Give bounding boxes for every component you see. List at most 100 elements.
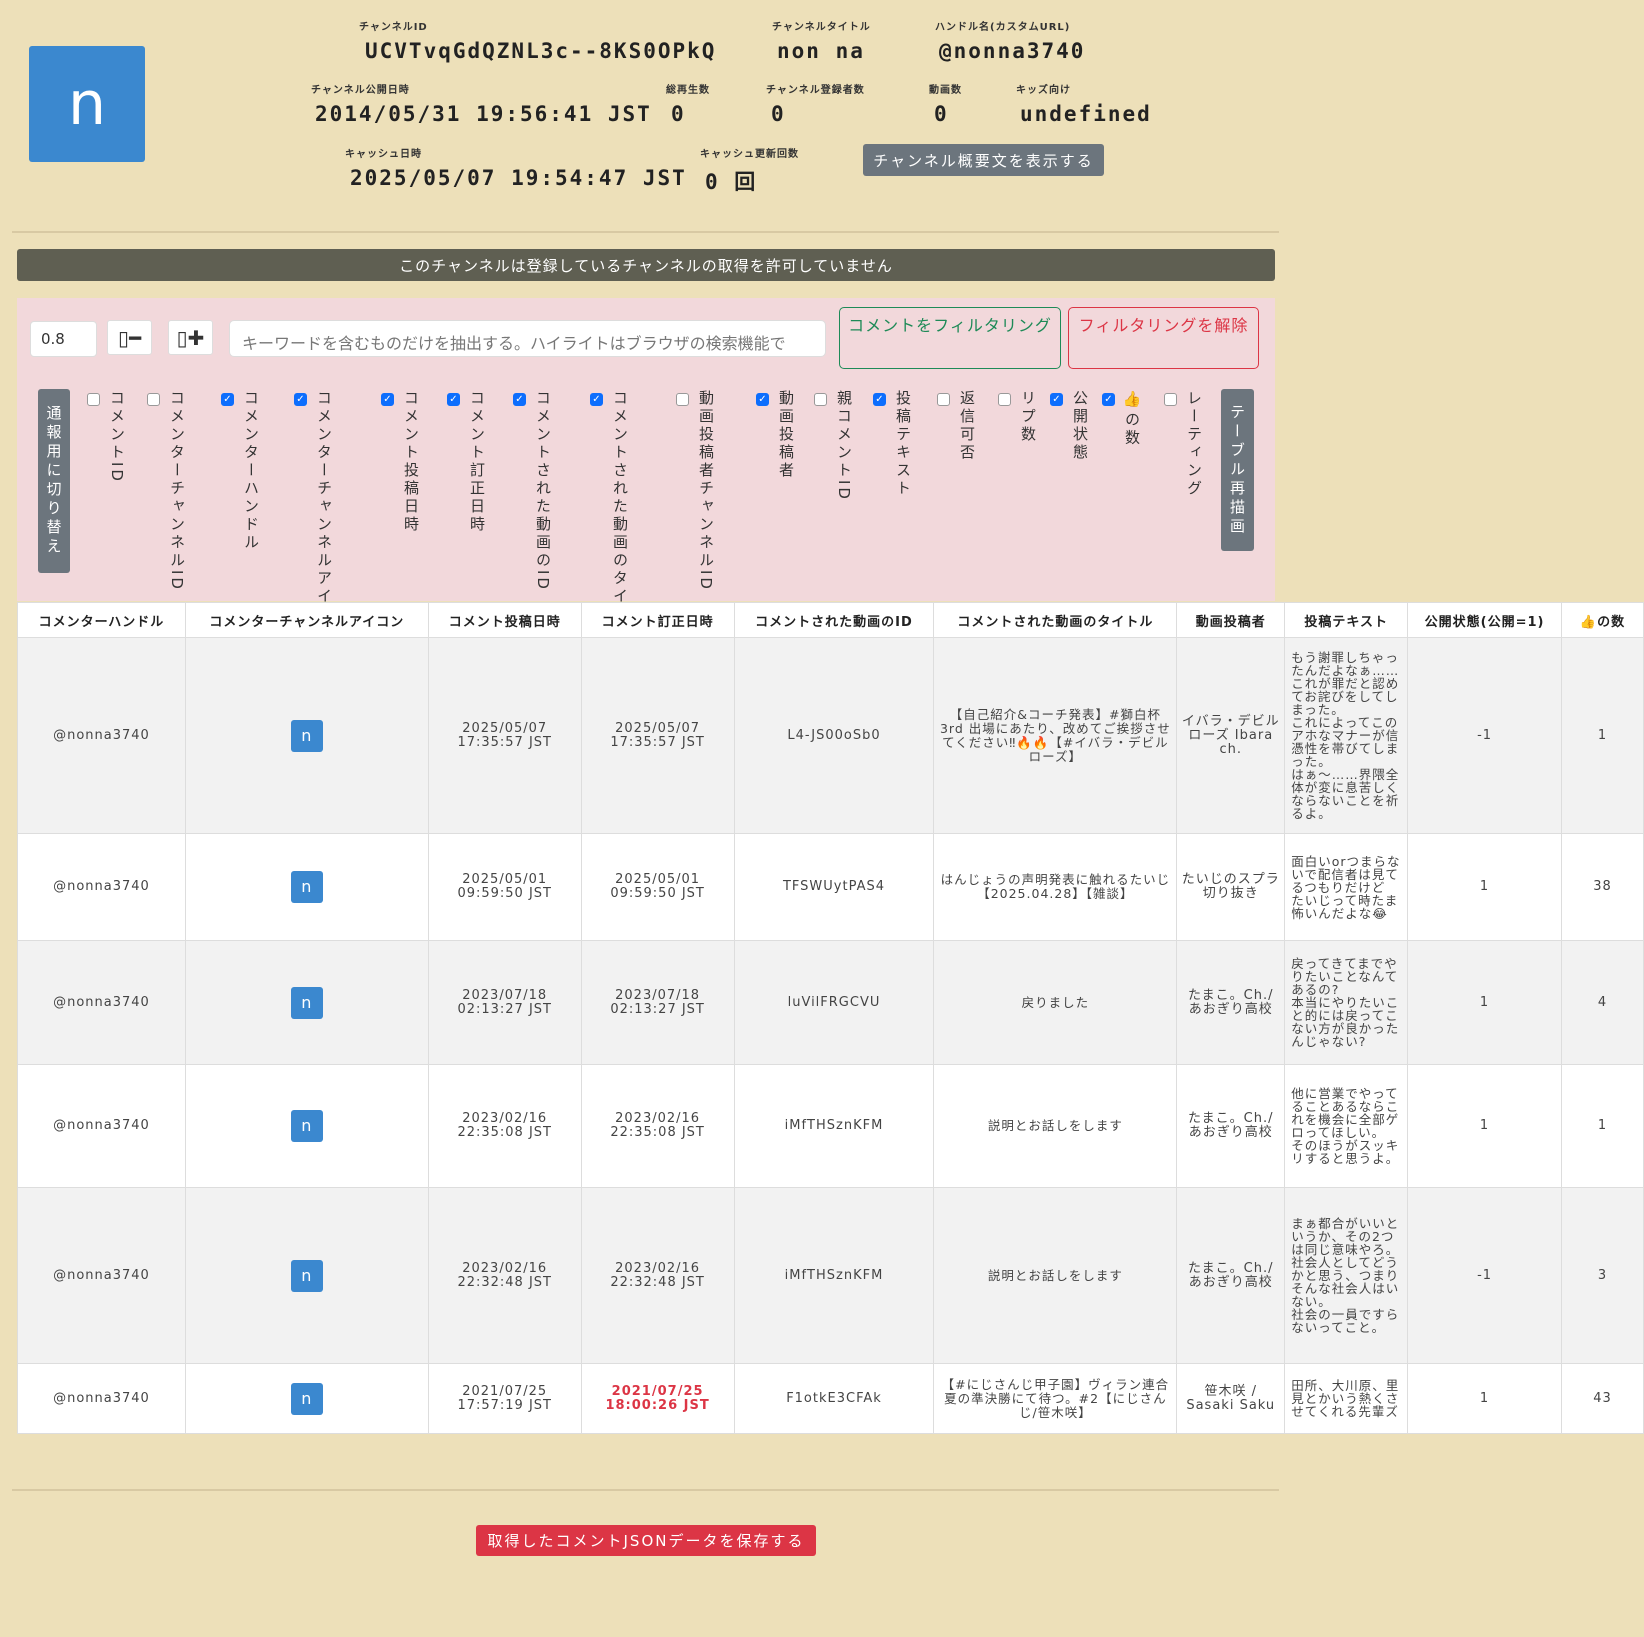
edited-at-cell: 2025/05/07 17:35:57 JST <box>580 637 735 834</box>
kids-label: キッズ向け <box>1016 85 1071 96</box>
column-toggle-label: コメンターハンドル <box>242 390 260 552</box>
edited-at-cell: 2021/07/25 18:00:26 JST <box>580 1363 735 1434</box>
column-toggle[interactable]: ✓ 投稿テキスト <box>873 390 914 498</box>
clear-filter-button[interactable]: フィルタリングを解除 <box>1068 307 1259 369</box>
commenter-avatar-icon: n <box>290 871 323 903</box>
videos-block: 動画数 0 <box>929 81 962 126</box>
public-status-cell: 1 <box>1407 940 1563 1065</box>
uploader-cell: 笹木咲 / Sasaki Saku <box>1176 1363 1286 1434</box>
uploader-cell: たまこ。Ch./あおぎり高校 <box>1176 1187 1286 1364</box>
video-id-cell: TFSWUytPAS4 <box>733 833 935 941</box>
column-toggle[interactable]: ✓ コメント訂正日時 <box>447 390 488 534</box>
subs-block: チャンネル登録者数 0 <box>766 81 865 126</box>
column-header[interactable]: コメント投稿日時 <box>427 602 582 638</box>
column-toggle[interactable]: ✓ コメントされた動画のID <box>513 390 554 592</box>
column-header[interactable]: 公開状態(公開=1) <box>1407 602 1563 638</box>
posted-at-text: 2023/02/16 22:35:08 JST <box>457 1111 552 1140</box>
column-header[interactable]: コメンターチャンネルアイコン <box>184 602 429 638</box>
column-checkbox[interactable]: ✓ <box>873 393 886 406</box>
column-toggle[interactable]: 返信可否 <box>937 390 978 462</box>
likes-cell: 43 <box>1561 1363 1644 1434</box>
edited-at-text: 2025/05/07 17:35:57 JST <box>610 720 705 750</box>
column-toggle-label: コメント訂正日時 <box>468 390 486 534</box>
column-checkbox[interactable]: ✓ <box>756 393 769 406</box>
column-header[interactable]: コメントされた動画のタイトル <box>933 602 1178 638</box>
column-checkbox[interactable] <box>676 393 689 406</box>
published-block: チャンネル公開日時 2014/05/31 19:56:41 JST <box>311 81 652 126</box>
column-header[interactable]: コメンターハンドル <box>17 602 186 638</box>
column-checkbox[interactable] <box>814 393 827 406</box>
column-toggle[interactable]: 動画投稿者チャンネルID <box>676 390 717 592</box>
column-toggle[interactable]: ✓ 公開状態 <box>1050 390 1091 462</box>
column-checkbox[interactable]: ✓ <box>447 393 460 406</box>
commenter-avatar-icon: n <box>290 719 323 752</box>
column-header[interactable]: 👍の数 <box>1561 602 1644 638</box>
posted-at-cell: 2021/07/25 17:57:19 JST <box>427 1363 582 1434</box>
column-toggle[interactable]: ✓ コメント投稿日時 <box>381 390 422 534</box>
column-header[interactable]: 投稿テキスト <box>1284 602 1409 638</box>
column-header[interactable]: コメントされた動画のID <box>733 602 935 638</box>
column-checkbox[interactable] <box>1164 393 1177 406</box>
edited-at-cell: 2023/02/16 22:35:08 JST <box>580 1064 735 1188</box>
filter-comments-button[interactable]: コメントをフィルタリング <box>839 307 1061 369</box>
save-json-button[interactable]: 取得したコメントJSONデータを保存する <box>476 1525 816 1556</box>
published-label: チャンネル公開日時 <box>311 85 410 96</box>
column-toggle-label: コメントID <box>108 390 126 484</box>
column-header[interactable]: コメント訂正日時 <box>580 602 735 638</box>
channel-avatar: n <box>29 46 145 162</box>
comment-text-cell: 戻ってきてまでやりたいことなんてあるの? 本当にやりたいこと的には戻ってこない方… <box>1284 940 1409 1065</box>
column-toggle-label: 返信可否 <box>958 390 976 462</box>
table-row: @nonna3740 n 2023/07/18 02:13:27 JST 2023/0… <box>17 940 1644 1065</box>
table-row: @nonna3740 n 2025/05/01 09:59:50 JST 2025/0… <box>17 833 1644 941</box>
channel-title-value: non na <box>777 39 865 63</box>
kids-value: undefined <box>1020 102 1152 126</box>
column-toggle[interactable]: ✓ 動画投稿者 <box>756 390 797 480</box>
column-checkbox[interactable] <box>998 393 1011 406</box>
column-header[interactable]: 動画投稿者 <box>1176 602 1286 638</box>
scale-input[interactable]: 0.8 <box>30 321 97 357</box>
posted-at-cell: 2025/05/01 09:59:50 JST <box>427 833 582 941</box>
column-toggle[interactable]: コメントID <box>87 390 128 484</box>
likes-cell: 1 <box>1561 1064 1644 1188</box>
video-title-cell: 説明とお話しをします <box>933 1187 1178 1364</box>
commenter-icon-cell: n <box>184 833 429 941</box>
uploader-cell: たまこ。Ch./あおぎり高校 <box>1176 1064 1286 1188</box>
column-checkbox[interactable]: ✓ <box>513 393 526 406</box>
public-status-cell: -1 <box>1407 637 1563 834</box>
column-toggle[interactable]: コメンターチャンネルID <box>147 390 188 592</box>
column-checkbox[interactable]: ✓ <box>294 393 307 406</box>
switch-report-mode-button[interactable]: 通報用に切り替え <box>38 389 70 573</box>
column-toggle[interactable]: ✓ 👍の数 <box>1102 390 1143 447</box>
scale-increase-button[interactable]: ▯✚ <box>168 320 213 355</box>
views-value: 0 <box>671 102 686 126</box>
keyword-input[interactable]: キーワードを含むものだけを抽出する。ハイライトはブラウザの検索機能で <box>229 320 826 357</box>
column-checkbox[interactable]: ✓ <box>221 393 234 406</box>
commenter-icon-cell: n <box>184 1187 429 1364</box>
column-toggle[interactable]: リプ数 <box>998 390 1039 444</box>
column-toggle-label: コメンターチャンネルID <box>168 390 186 592</box>
column-checkbox[interactable]: ✓ <box>1050 393 1063 406</box>
comment-text-cell: 面白いorつまらないで配信者は見てるつもりだけど たいじって時たま怖いんだよな😂 <box>1284 833 1409 941</box>
show-description-button[interactable]: チャンネル概要文を表示する <box>863 144 1104 176</box>
column-checkbox[interactable] <box>87 393 100 406</box>
edited-at-text: 2021/07/25 18:00:26 JST <box>605 1383 710 1413</box>
scale-decrease-button[interactable]: ▯━ <box>107 320 152 355</box>
redraw-table-button[interactable]: テーブル再描画 <box>1221 389 1254 551</box>
subs-value: 0 <box>771 102 786 126</box>
column-toggle[interactable]: ✓ コメンターハンドル <box>221 390 262 552</box>
posted-at-cell: 2025/05/07 17:35:57 JST <box>427 637 582 834</box>
column-checkbox[interactable]: ✓ <box>1102 393 1115 406</box>
commenter-icon-cell: n <box>184 940 429 1065</box>
cache-block: キャッシュ日時 2025/05/07 19:54:47 JST <box>345 145 687 190</box>
commenter-handle-cell: @nonna3740 <box>17 1187 186 1364</box>
column-toggle[interactable]: 親コメントID <box>814 390 855 502</box>
column-checkbox[interactable]: ✓ <box>381 393 394 406</box>
public-status-cell: 1 <box>1407 1363 1563 1434</box>
video-title-cell: 【#にじさんじ甲子園】ヴィラン連合夏の準決勝にて待つ。#2【にじさんじ/笹木咲】 <box>933 1363 1178 1434</box>
column-checkbox[interactable]: ✓ <box>590 393 603 406</box>
column-checkbox[interactable] <box>147 393 160 406</box>
edited-at-text: 2023/07/18 02:13:27 JST <box>610 987 705 1017</box>
posted-at-text: 2021/07/25 17:57:19 JST <box>457 1383 552 1413</box>
column-toggle[interactable]: レーティング <box>1164 390 1205 498</box>
column-checkbox[interactable] <box>937 393 950 406</box>
